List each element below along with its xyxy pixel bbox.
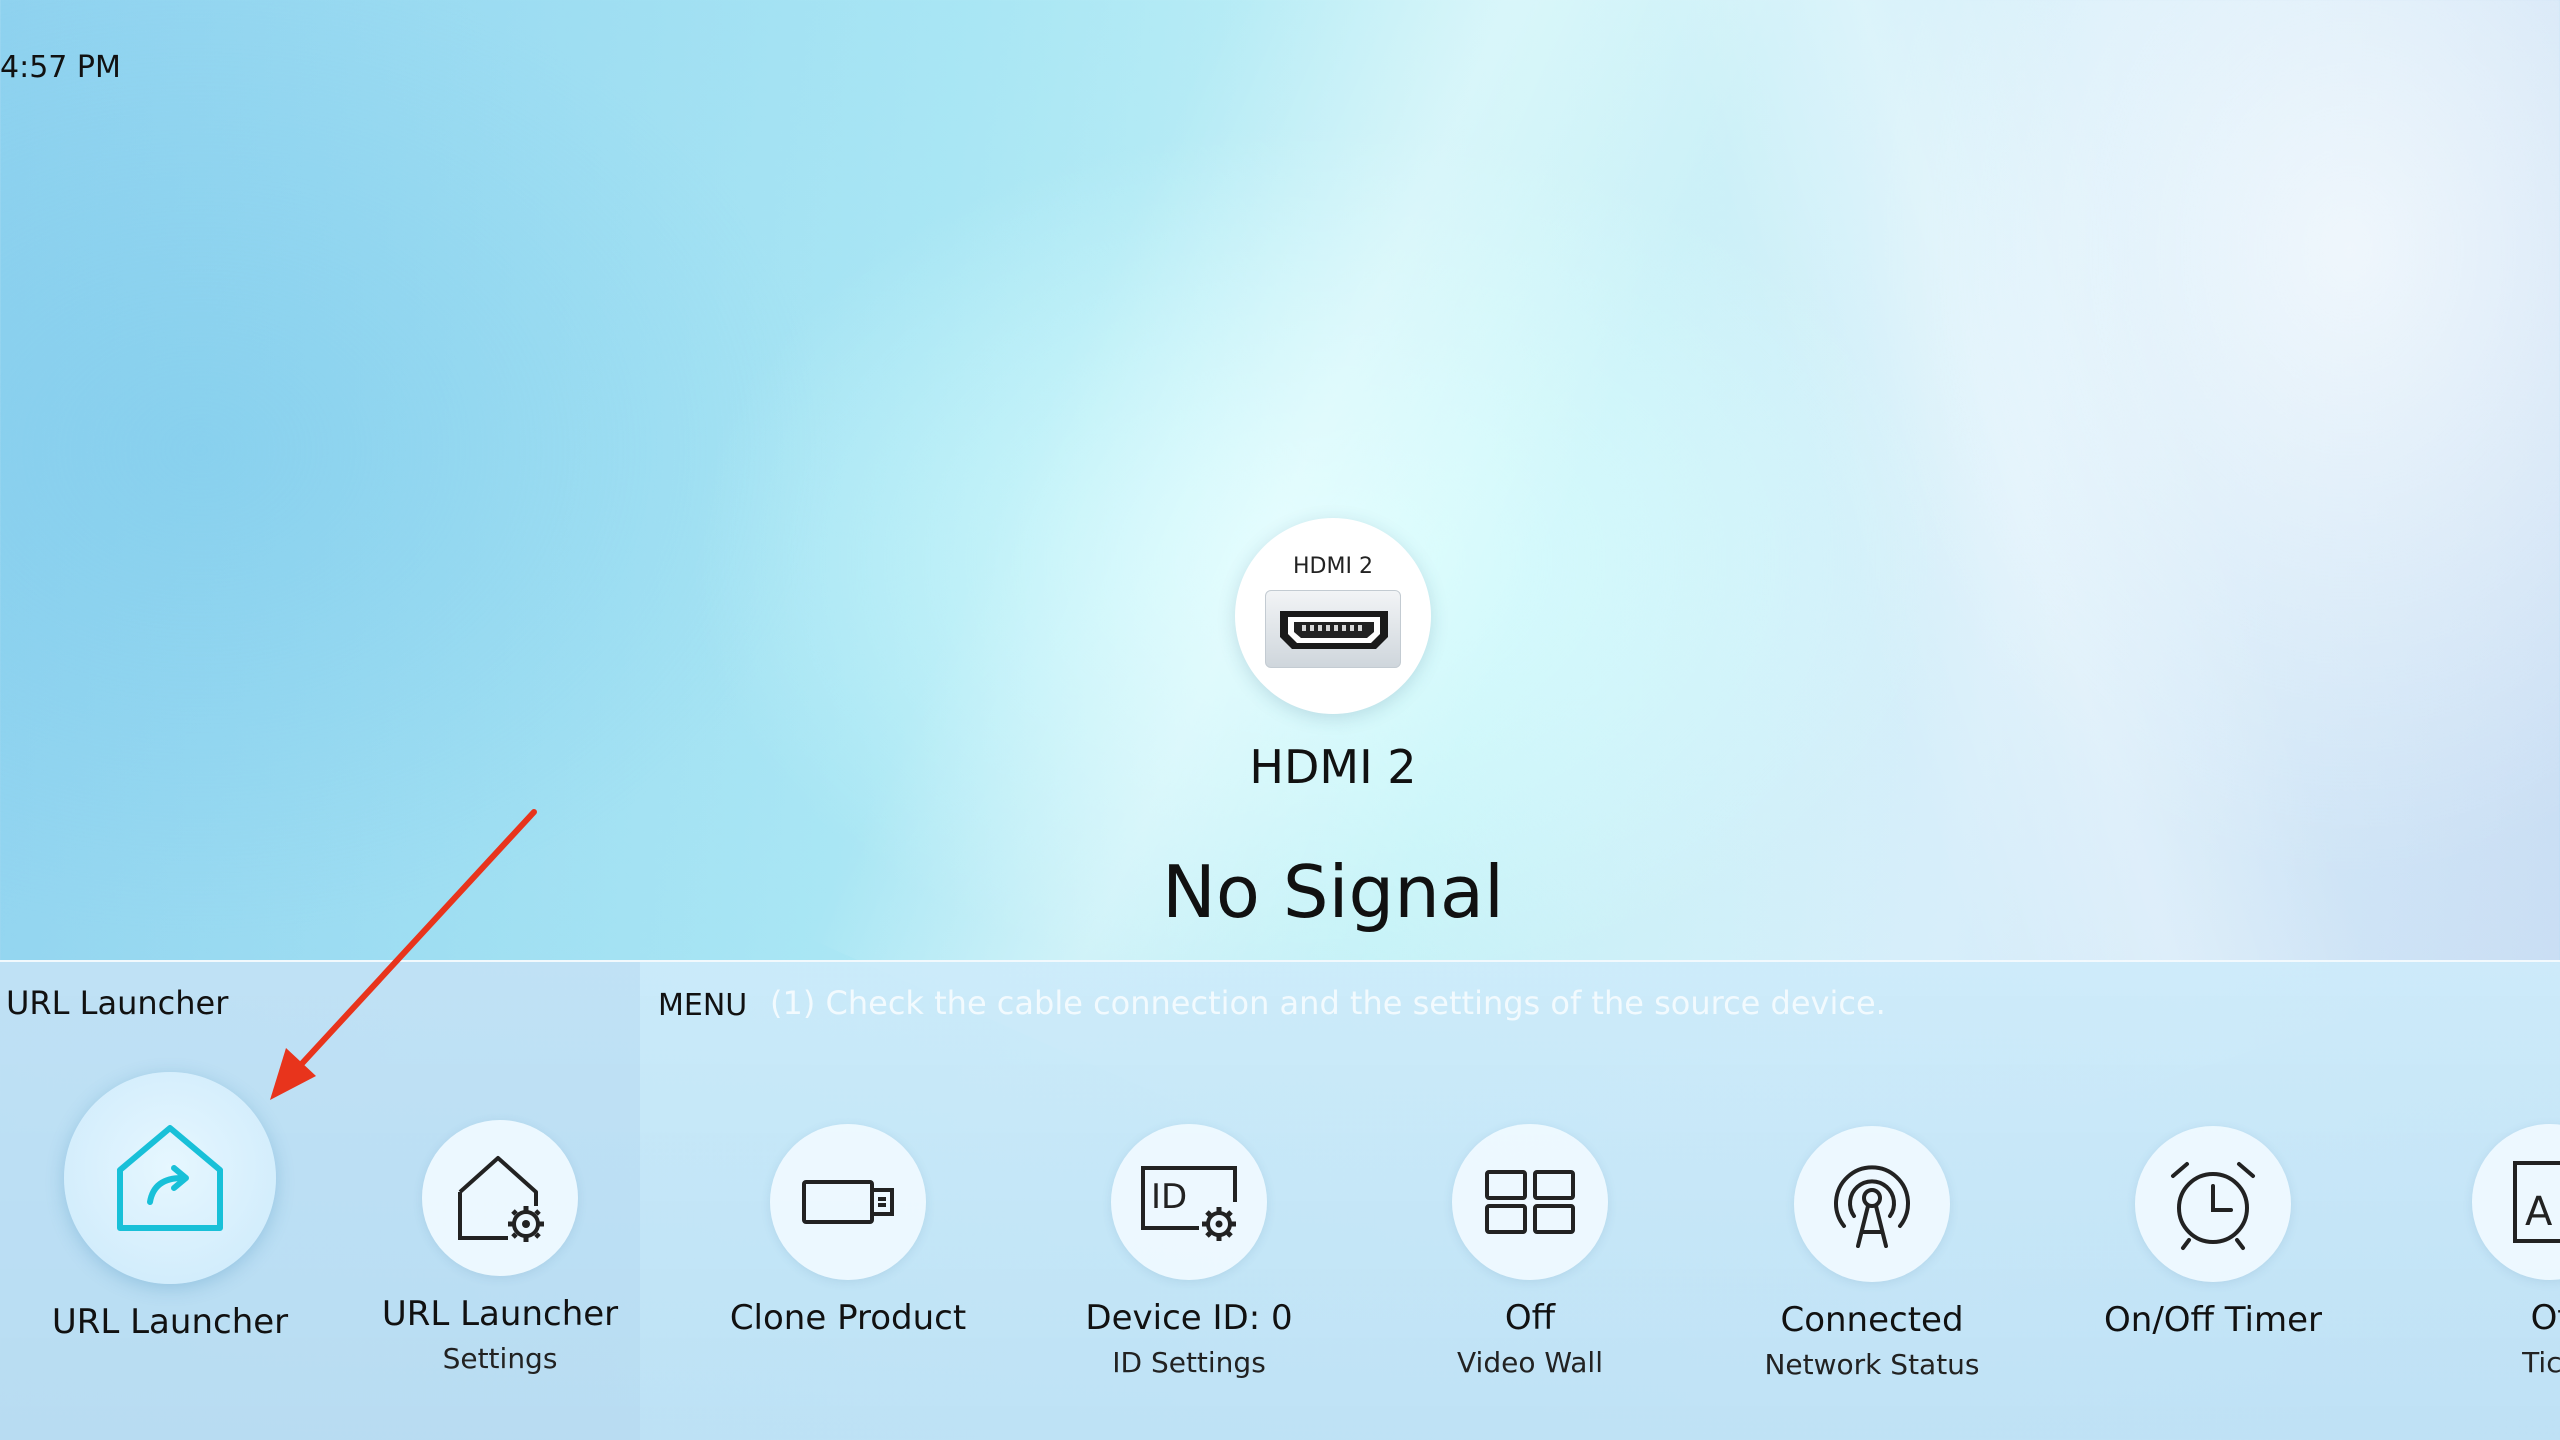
url-launcher-button[interactable]: URL Launcher [50, 1072, 290, 1342]
url-launcher-settings-sub: Settings [442, 1342, 558, 1375]
device-id-sub: ID Settings [1112, 1346, 1266, 1379]
clone-product-label: Clone Product [729, 1298, 967, 1338]
device-id-button[interactable]: ID Device ID: 0 ID Settings [1059, 1124, 1319, 1379]
menu-hint: (1) Check the cable connection and the s… [770, 984, 1886, 1022]
source-badge: HDMI 2 [1235, 518, 1431, 714]
video-wall-circle [1452, 1124, 1608, 1280]
ticker-circle: A [2472, 1124, 2560, 1280]
bottom-menu-panel: URL Launcher MENU (1) Check the cable co… [0, 960, 2560, 1440]
id-gear-icon: ID [1141, 1166, 1237, 1241]
clone-product-circle [770, 1124, 926, 1280]
svg-text:ID: ID [1151, 1177, 1187, 1217]
video-wall-icon [1485, 1170, 1575, 1234]
home-arrow-icon [117, 1125, 223, 1231]
usb-stick-icon [802, 1180, 894, 1224]
network-status-circle [1794, 1126, 1950, 1282]
video-wall-button[interactable]: Off Video Wall [1400, 1124, 1660, 1379]
url-launcher-settings-label: URL Launcher [381, 1294, 619, 1334]
on-off-timer-label: On/Off Timer [2104, 1300, 2322, 1340]
network-antenna-icon [1834, 1165, 1910, 1248]
url-launcher-settings-circle [422, 1120, 578, 1276]
video-wall-sub: Video Wall [1457, 1346, 1603, 1379]
clock: 4:57 PM [0, 50, 121, 85]
device-id-label: Device ID: 0 [1085, 1298, 1293, 1338]
source-badge-label: HDMI 2 [1293, 554, 1373, 579]
ticker-sub: Tick [2522, 1346, 2560, 1379]
alarm-clock-icon [2171, 1162, 2255, 1250]
ticker-label: Of [2530, 1298, 2560, 1338]
source-name: HDMI 2 [1249, 740, 1417, 794]
clone-product-button[interactable]: Clone Product [718, 1124, 978, 1338]
url-launcher-circle [64, 1072, 276, 1284]
svg-text:A: A [2525, 1189, 2553, 1235]
video-wall-label: Off [1504, 1298, 1556, 1338]
network-status-sub: Network Status [1764, 1348, 1980, 1381]
network-status-button[interactable]: Connected Network Status [1742, 1126, 2002, 1381]
url-launcher-settings-button[interactable]: URL Launcher Settings [370, 1120, 630, 1375]
background-sheen-2 [1592, 0, 2388, 1125]
text-box-icon: A [2513, 1161, 2560, 1243]
menu-label: MENU [658, 988, 748, 1023]
panel-title: URL Launcher [6, 984, 229, 1022]
url-launcher-label: URL Launcher [51, 1302, 289, 1342]
on-off-timer-button[interactable]: On/Off Timer [2083, 1126, 2343, 1340]
device-id-circle: ID [1111, 1124, 1267, 1280]
home-gear-icon [458, 1156, 544, 1242]
hdmi-port-icon [1265, 590, 1401, 668]
no-signal-message: No Signal [1162, 850, 1504, 934]
ticker-button[interactable]: A Of Tick [2470, 1124, 2560, 1379]
network-status-label: Connected [1780, 1300, 1964, 1340]
on-off-timer-circle [2135, 1126, 2291, 1282]
